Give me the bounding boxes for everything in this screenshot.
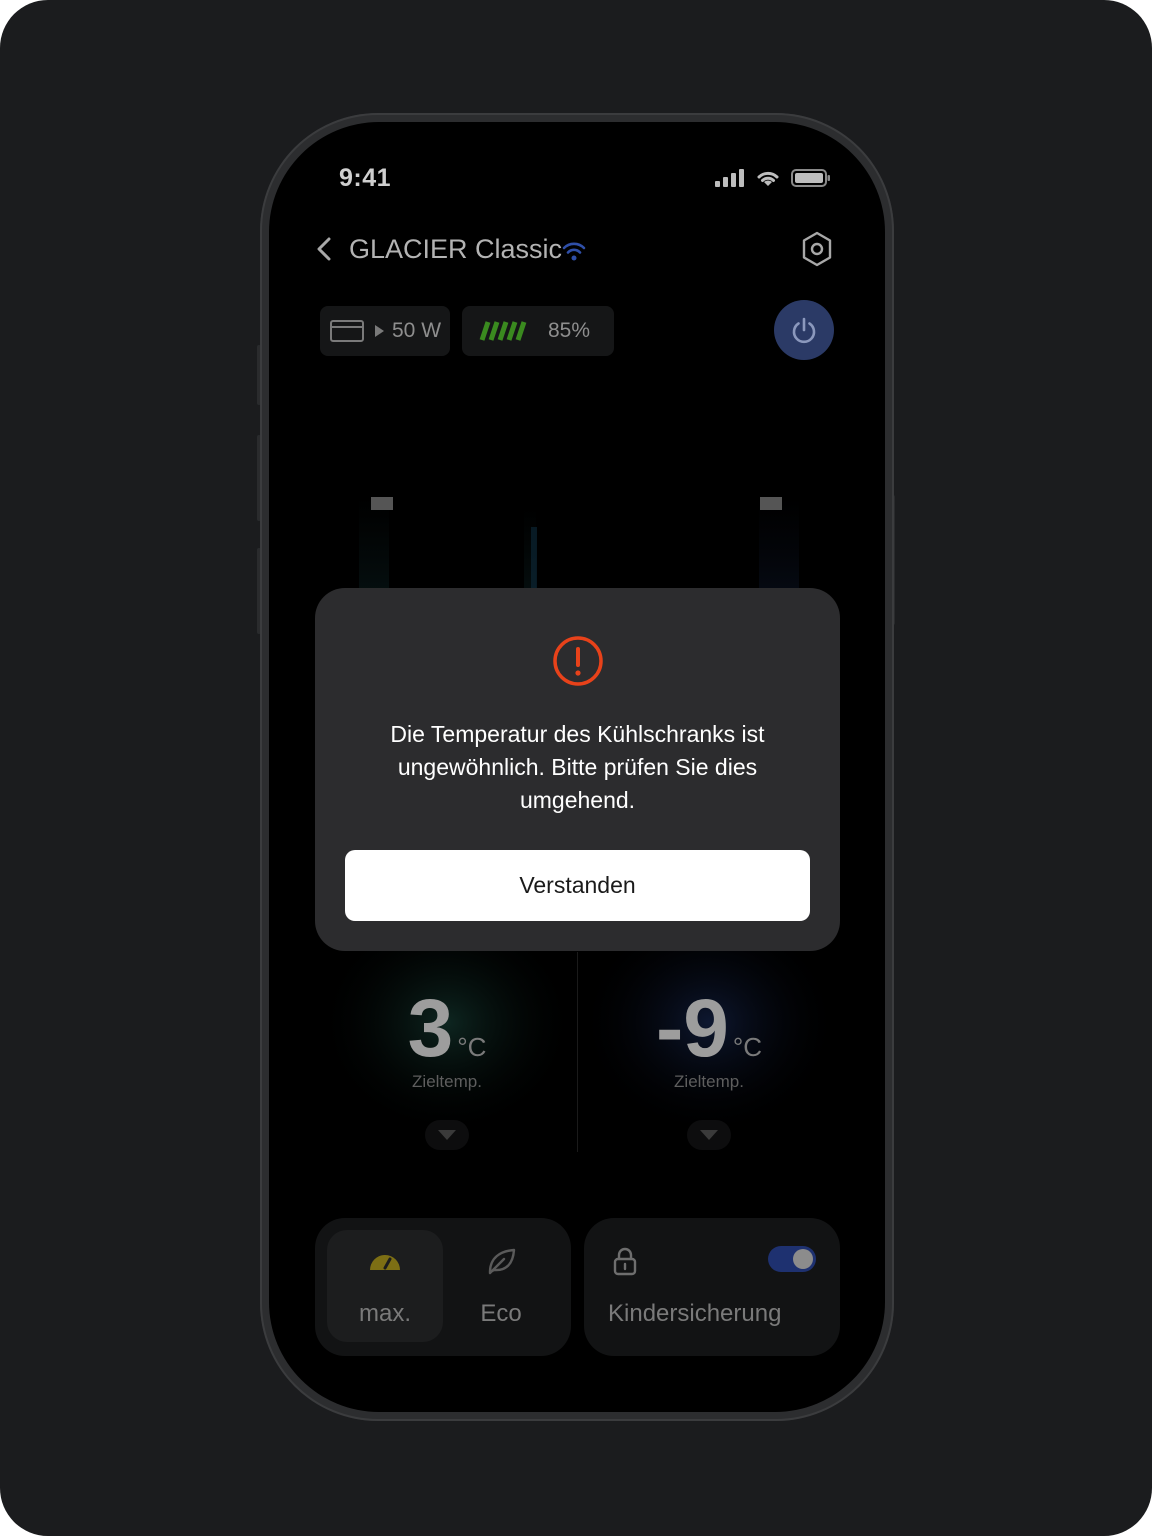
- fridge-marker-left: [371, 497, 393, 510]
- fridge-zone-right: -9 °C Zieltemp.: [578, 942, 840, 1172]
- temp-right-decrease-button[interactable]: [687, 1120, 731, 1150]
- confirm-button[interactable]: Verstanden: [345, 850, 810, 921]
- power-input-value: 50 W: [392, 319, 442, 342]
- signal-icon: [715, 169, 744, 187]
- battery-percent: 85%: [548, 319, 591, 342]
- child-lock-card: Kindersicherung: [584, 1218, 840, 1356]
- battery-level-icon: [479, 321, 527, 341]
- power-input-chip: 50 W: [320, 306, 450, 356]
- alert-dialog: Die Temperatur des Kühlschranks ist unge…: [315, 588, 840, 951]
- triangle-down-icon: [438, 1130, 456, 1140]
- solar-panel-icon: [330, 320, 364, 342]
- child-lock-toggle[interactable]: [768, 1246, 816, 1272]
- speedometer-icon: [370, 1255, 400, 1270]
- child-lock-label: Kindersicherung: [608, 1300, 782, 1327]
- temp-left-value-wrap: 3 °C: [316, 982, 578, 1076]
- fridge-marker-right: [760, 497, 782, 510]
- settings-icon[interactable]: [799, 230, 835, 268]
- power-button[interactable]: [774, 300, 834, 360]
- power-icon: [792, 317, 816, 344]
- mode-selector: max. Eco: [315, 1218, 571, 1356]
- alert-message: Die Temperatur des Kühlschranks ist unge…: [390, 721, 765, 813]
- phone-screen: 9:41 GLACIER Classic 50 W 85% 3 °C Zielt…: [269, 122, 885, 1412]
- status-time: 9:41: [339, 164, 392, 192]
- toggle-knob: [793, 1249, 813, 1269]
- mode-max-label: max.: [358, 1300, 411, 1327]
- battery-status-icon: [791, 169, 830, 187]
- fridge-zone-left: 3 °C Zieltemp.: [316, 942, 578, 1172]
- background-canvas: 9:41 GLACIER Classic 50 W 85% 3 °C Zielt…: [0, 0, 1152, 1536]
- mode-eco-label: Eco: [480, 1300, 522, 1327]
- device-wifi-icon: [562, 242, 586, 261]
- mode-eco-button[interactable]: Eco: [443, 1230, 559, 1342]
- temp-right-value-wrap: -9 °C: [578, 982, 840, 1076]
- alert-icon: [553, 636, 603, 686]
- back-arrow-icon[interactable]: [311, 234, 337, 264]
- temp-left-value: 3: [407, 983, 454, 1074]
- temp-left-label: Zieltemp.: [412, 1072, 482, 1091]
- wifi-icon: [757, 171, 779, 186]
- temp-right-value: -9: [655, 983, 729, 1074]
- device-title: GLACIER Classic: [349, 234, 563, 264]
- nav-bar: GLACIER Classic: [311, 226, 835, 274]
- lock-icon: [613, 1247, 637, 1276]
- temp-right-label: Zieltemp.: [674, 1072, 744, 1091]
- status-icons: [715, 168, 831, 188]
- phone-frame: 9:41 GLACIER Classic 50 W 85% 3 °C Zielt…: [260, 113, 894, 1421]
- triangle-down-icon: [700, 1130, 718, 1140]
- leaf-icon: [488, 1248, 516, 1275]
- temp-left-decrease-button[interactable]: [425, 1120, 469, 1150]
- temp-right-unit: °C: [732, 1032, 763, 1062]
- battery-chip: 85%: [462, 306, 614, 356]
- play-arrow-icon: [375, 325, 384, 337]
- mode-max-button[interactable]: max.: [327, 1230, 443, 1342]
- temp-left-unit: °C: [457, 1032, 487, 1062]
